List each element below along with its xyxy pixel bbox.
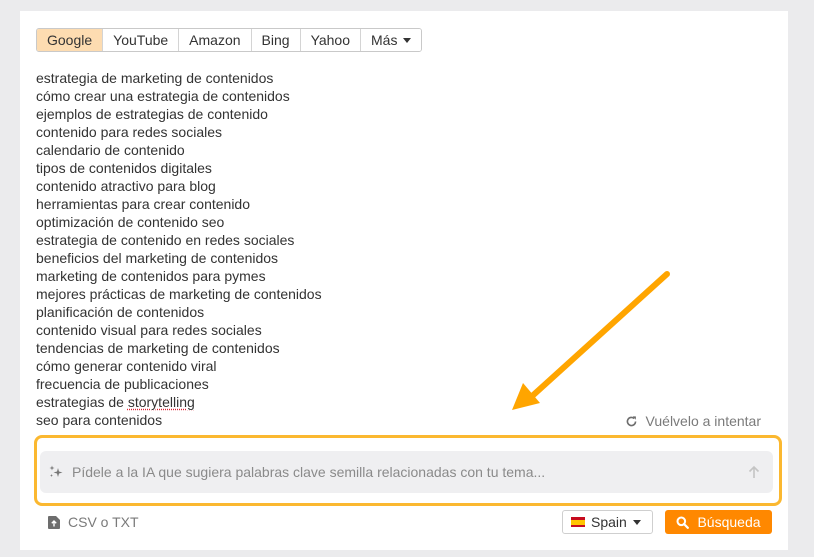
keyword-item: estrategias de storytelling [36,393,322,411]
keyword-item: cómo crear una estrategia de contenidos [36,88,290,104]
ai-prompt-input[interactable] [72,464,747,480]
tab-yahoo[interactable]: Yahoo [300,29,362,51]
tab-google[interactable]: Google [37,29,104,51]
keyword-item: optimización de contenido seo [36,214,225,230]
keyword-item: frecuencia de publicaciones [36,376,209,392]
search-button-label: Búsqueda [697,514,761,530]
upload-label: CSV o TXT [68,514,139,530]
keyword-text: estrategias de [36,394,128,410]
keyword-item: tipos de contenidos digitales [36,160,212,176]
caret-down-icon [632,519,641,525]
refresh-icon [626,415,636,426]
keyword-item: calendario de contenido [36,142,185,158]
keyword-item: mejores prácticas de marketing de conten… [36,286,322,302]
keyword-item: tendencias de marketing de contenidos [36,340,280,356]
country-select[interactable]: Spain [562,510,653,534]
search-engine-tabs: Google YouTube Amazon Bing Yahoo Más [36,28,423,52]
arrow-up-icon[interactable] [747,465,761,479]
magnifier-icon [676,516,690,529]
keyword-item: marketing de contenidos para pymes [36,268,266,284]
keyword-item: ejemplos de estrategias de contenido [36,106,268,122]
file-upload-icon [48,515,60,529]
keyword-item: contenido para redes sociales [36,124,223,140]
search-button[interactable]: Búsqueda [665,510,772,534]
ai-prompt-field[interactable] [40,451,773,493]
keyword-item: planificación de contenidos [36,304,205,320]
upload-csv-txt-button[interactable]: CSV o TXT [48,514,139,530]
keyword-item: beneficios del marketing de contenidos [36,250,279,266]
keyword-item: estrategia de marketing de contenidos [36,70,274,86]
country-label: Spain [591,514,627,530]
keyword-item: contenido atractivo para blog [36,178,216,194]
keyword-generator-card: Google YouTube Amazon Bing Yahoo Más est… [20,11,788,550]
retry-button[interactable]: Vuélvelo a intentar [625,413,761,429]
tab-amazon[interactable]: Amazon [179,29,252,51]
spellcheck-flagged-word: storytelling [127,394,195,410]
retry-label: Vuélvelo a intentar [645,413,761,429]
tab-youtube[interactable]: YouTube [103,29,180,51]
keyword-list: estrategia de marketing de contenidos có… [36,69,322,429]
ai-prompt-highlight-frame [34,435,782,506]
keyword-item: contenido visual para redes sociales [36,322,262,338]
tab-bing[interactable]: Bing [251,29,301,51]
tab-more-label: Más [371,32,398,48]
spain-flag-icon [571,517,585,527]
keyword-item: seo para contenidos [36,412,163,428]
sparkle-icon [49,465,63,477]
keyword-item: herramientas para crear contenido [36,196,251,212]
keyword-item: cómo generar contenido viral [36,358,217,374]
keyword-item: estrategia de contenido en redes sociale… [36,232,295,248]
caret-down-icon [403,38,412,43]
tab-more-dropdown[interactable]: Más [361,29,422,51]
